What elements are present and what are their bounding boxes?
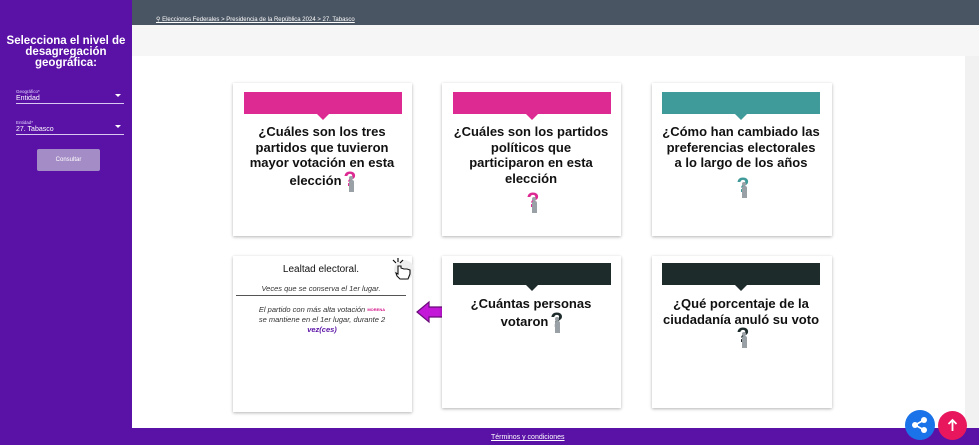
share-icon (912, 417, 927, 433)
question-person-icon: ? (344, 169, 356, 192)
lealtad-body: El partido con más alta votación MORENA … (258, 305, 386, 335)
card-band (244, 92, 402, 120)
question-person-icon: ? (550, 310, 563, 333)
share-button[interactable] (905, 410, 935, 440)
card-band (453, 92, 611, 120)
lealtad-subtitle: Veces que se conserva el 1er lugar. (236, 284, 406, 296)
card-question[interactable]: ¿Cómo han cambiado las preferencias elec… (662, 124, 820, 198)
entidad-select[interactable]: Entidad* 27. Tabasco (16, 120, 124, 135)
scroll-strip (965, 56, 979, 428)
card-band (662, 263, 820, 291)
sidebar-title: Selecciona el nivel de desagregación geo… (6, 35, 126, 69)
card-question[interactable]: ¿Cuántas personas votaron? (452, 296, 610, 333)
card-band (453, 263, 611, 291)
entidad-value: 27. Tabasco (16, 126, 54, 133)
breadcrumb[interactable]: ⚲ Elecciones Federales > Presidencia de … (156, 16, 355, 23)
card-question[interactable]: ¿Qué porcentaje de la ciudadanía anuló s… (662, 296, 820, 348)
terms-link[interactable]: Términos y condiciones (491, 434, 565, 441)
question-person-icon: ? (527, 190, 539, 213)
lealtad-title: Lealtad electoral. (282, 264, 360, 275)
caret-down-icon (115, 94, 121, 97)
consultar-button[interactable]: Consultar (37, 149, 100, 171)
question-person-icon: ? (737, 175, 749, 198)
caret-down-icon (115, 125, 121, 128)
question-person-icon: ? (737, 325, 749, 348)
geografico-select[interactable]: Geográfico* Entidad (16, 89, 124, 104)
party-tag: MORENA (367, 307, 386, 313)
arrow-up-icon (947, 418, 958, 431)
sidebar: Selecciona el nivel de desagregación geo… (0, 0, 132, 445)
back-to-top-button[interactable] (938, 411, 967, 440)
card-question[interactable]: ¿Cuáles son los partidos políticos que p… (452, 124, 610, 213)
sub-bar (132, 25, 979, 56)
breadcrumb-text[interactable]: Elecciones Federales > Presidencia de la… (162, 17, 355, 23)
card-question[interactable]: ¿Cuáles son los tres partidos que tuvier… (243, 124, 401, 192)
geografico-value: Entidad (16, 95, 40, 102)
card-band (662, 92, 820, 120)
pointer-hand-icon (392, 258, 414, 280)
